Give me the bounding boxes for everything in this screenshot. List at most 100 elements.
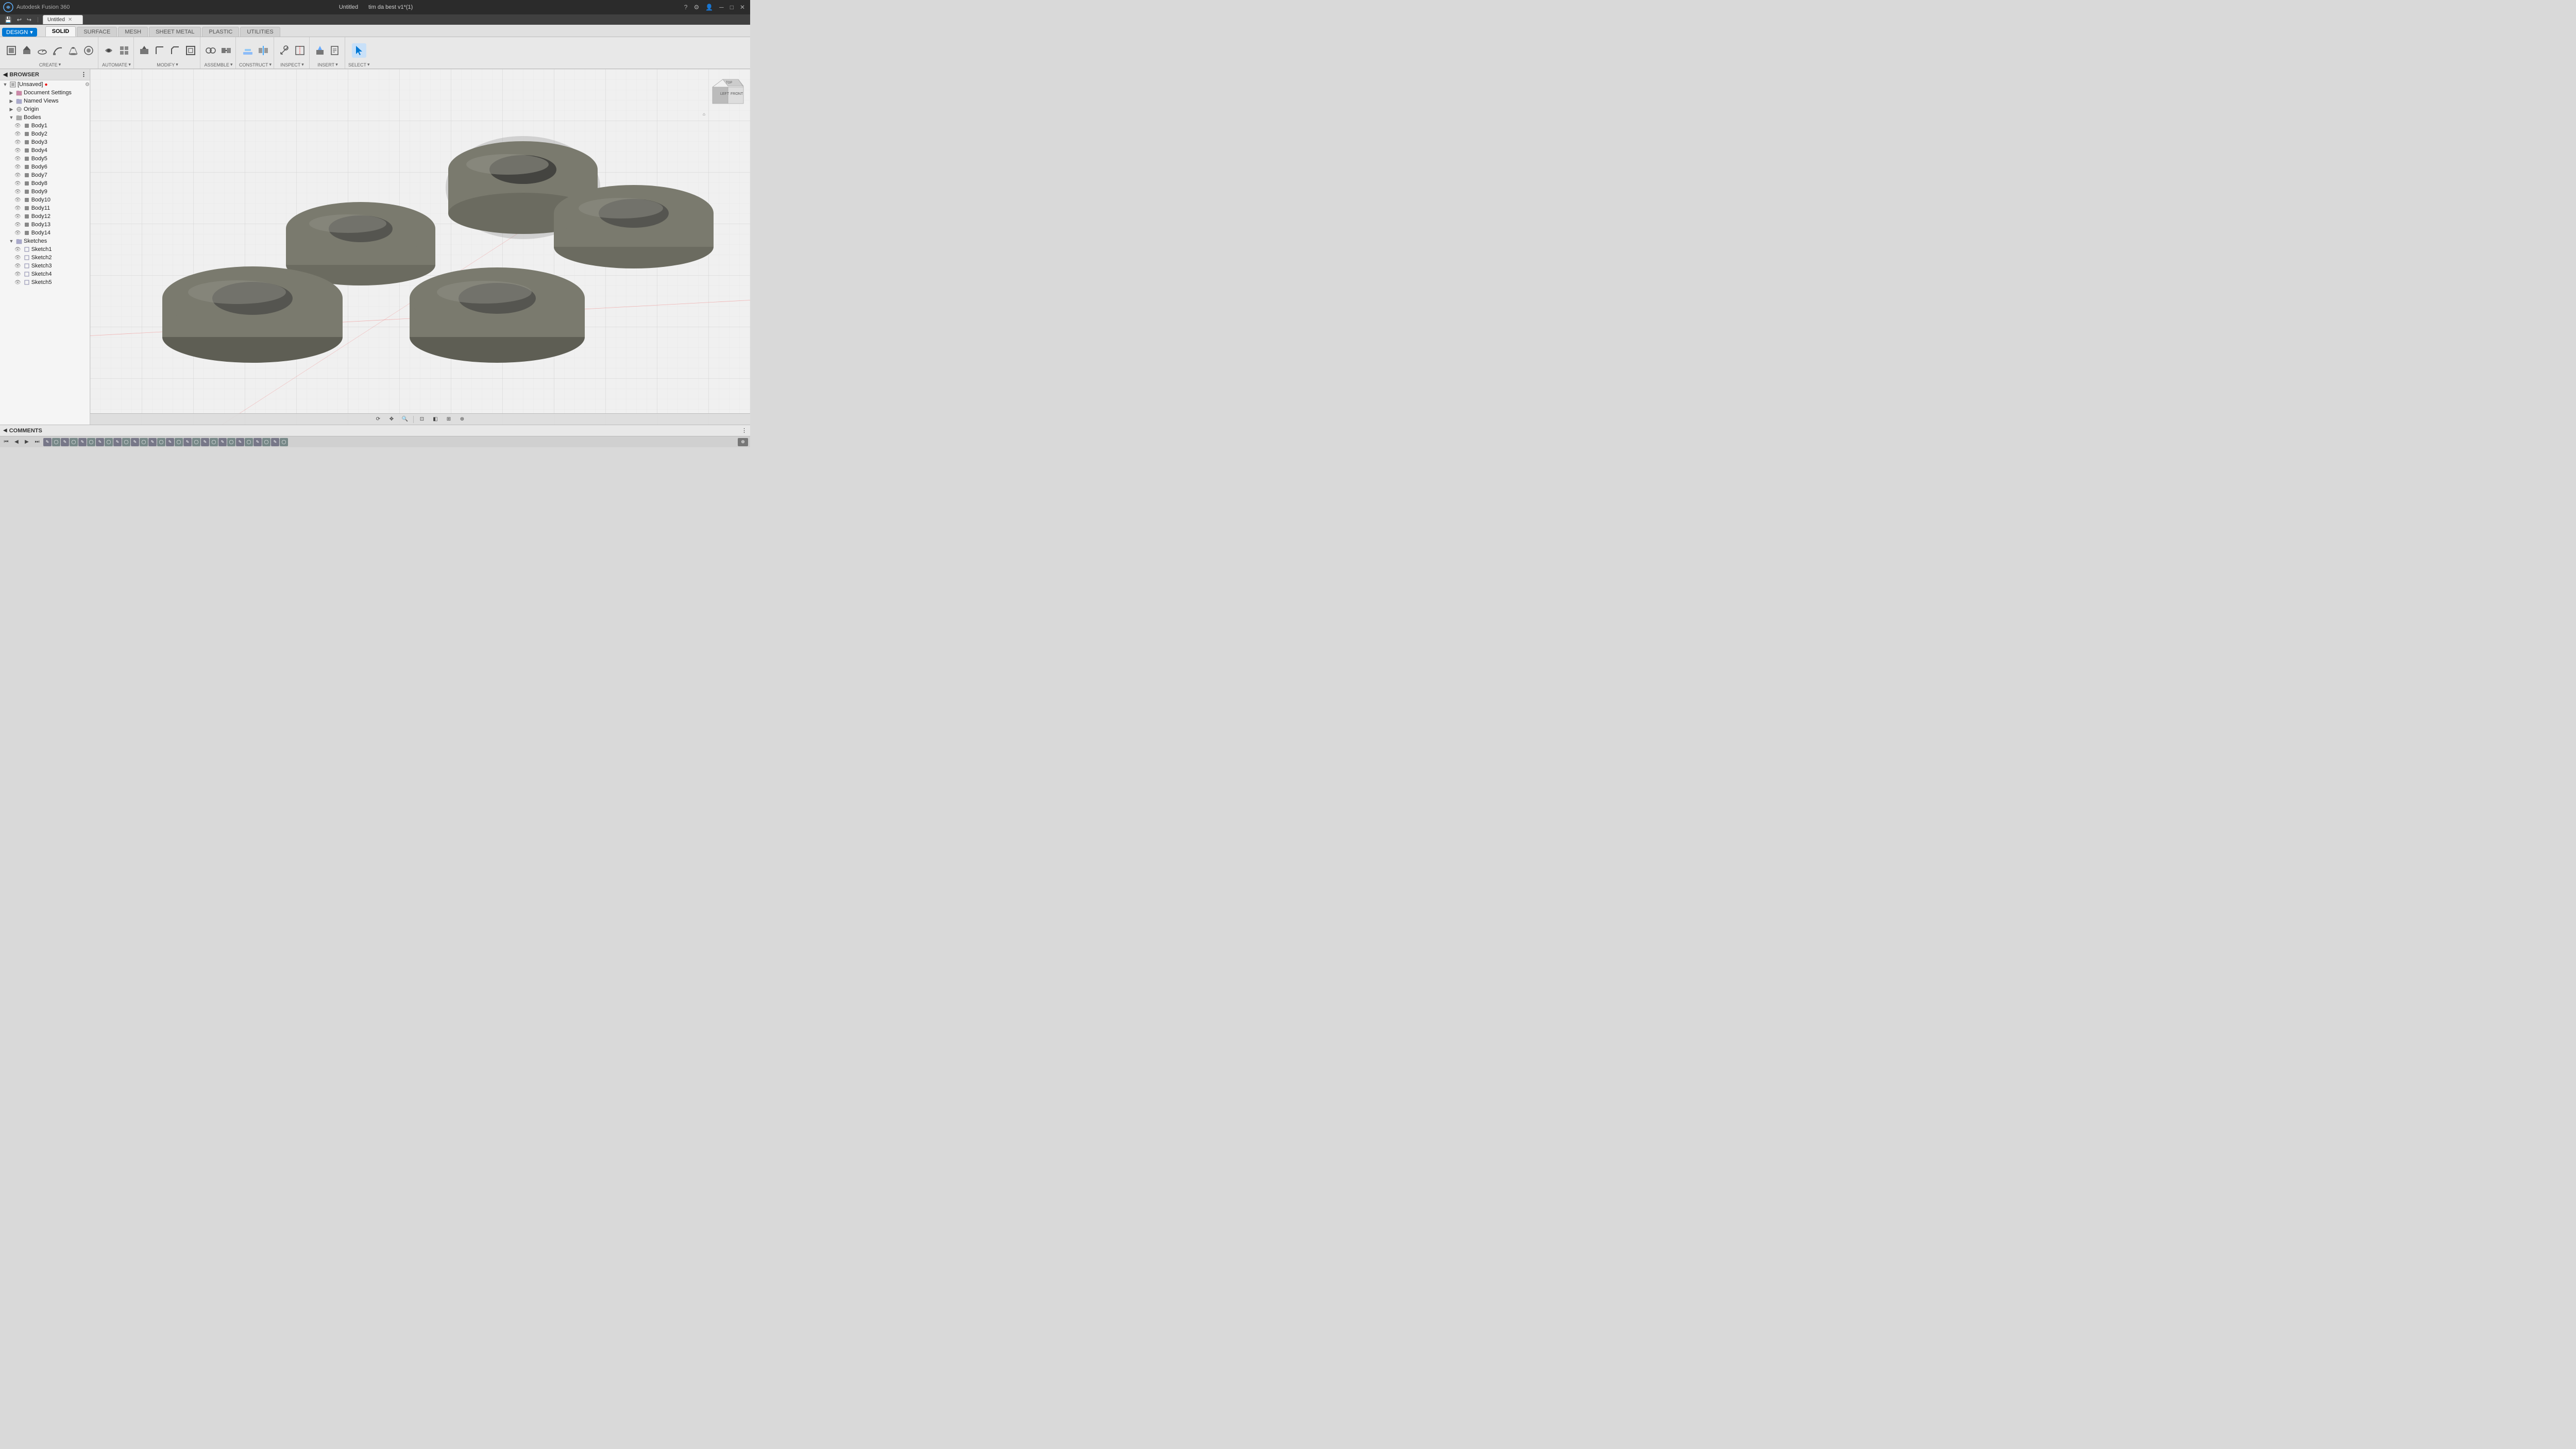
account-button[interactable]: 👤 — [703, 4, 715, 11]
inspect-label[interactable]: INSPECT ▾ — [280, 61, 304, 68]
timeline-item-4[interactable]: ✎ — [78, 438, 87, 446]
timeline-item-15[interactable]: ◯ — [175, 438, 183, 446]
select-icon[interactable] — [352, 43, 366, 58]
construct-label[interactable]: CONSTRUCT ▾ — [239, 61, 272, 68]
tree-body12[interactable]: 👁Body12 — [0, 212, 90, 221]
tree-sketch1[interactable]: 👁Sketch1 — [0, 245, 90, 254]
close-button[interactable]: ✕ — [738, 4, 747, 11]
tab-utilities[interactable]: UTILITIES — [240, 27, 280, 37]
tree-body5[interactable]: 👁Body5 — [0, 155, 90, 163]
timeline-prev-btn[interactable]: ◀ — [12, 438, 21, 446]
timeline-item-2[interactable]: ✎ — [61, 438, 69, 446]
timeline-item-21[interactable]: ◯ — [227, 438, 235, 446]
tree-body10[interactable]: 👁Body10 — [0, 196, 90, 204]
create-label[interactable]: CREATE ▾ — [39, 61, 61, 68]
timeline-item-25[interactable]: ◯ — [262, 438, 270, 446]
timeline-end-btn[interactable]: ⏭ — [33, 438, 41, 446]
maximize-button[interactable]: □ — [728, 4, 736, 11]
tree-bodies-folder[interactable]: ▼ Bodies — [0, 113, 90, 122]
tree-sketch3[interactable]: 👁Sketch3 — [0, 262, 90, 270]
eye-icon[interactable]: 👁 — [14, 197, 21, 203]
as-built-joint-icon[interactable] — [219, 43, 233, 58]
timeline-item-23[interactable]: ◯ — [245, 438, 253, 446]
create-form-icon[interactable] — [81, 43, 96, 58]
comments-options-icon[interactable]: ⋮ — [741, 427, 747, 434]
tree-sketch5[interactable]: 👁Sketch5 — [0, 278, 90, 287]
timeline-item-22[interactable]: ✎ — [236, 438, 244, 446]
timeline-track[interactable]: ✎ ◯ ✎ ◯ ✎ ◯ ✎ ◯ ✎ ◯ ✎ ◯ ✎ ◯ ✎ ◯ ✎ ◯ ✎ ◯ … — [43, 438, 736, 446]
snap-icon[interactable]: ⊕ — [457, 414, 467, 425]
timeline-start-btn[interactable]: ⏮ — [2, 438, 10, 446]
fit-view-icon[interactable]: ⊡ — [417, 414, 427, 425]
timeline-item-14[interactable]: ✎ — [166, 438, 174, 446]
eye-icon[interactable]: 👁 — [14, 148, 21, 154]
browser-options-icon[interactable]: ⋮ — [81, 71, 87, 78]
tree-sketches-folder[interactable]: ▼ Sketches — [0, 237, 90, 245]
section-analysis-icon[interactable] — [293, 43, 307, 58]
eye-icon[interactable]: 👁 — [14, 140, 21, 145]
timeline-item-6[interactable]: ✎ — [96, 438, 104, 446]
tab-solid[interactable]: SOLID — [45, 26, 76, 37]
timeline-item-7[interactable]: ◯ — [105, 438, 113, 446]
loft-icon[interactable] — [66, 43, 80, 58]
timeline-item-0[interactable]: ✎ — [43, 438, 52, 446]
root-settings-icon[interactable]: ⚙ — [85, 82, 90, 88]
tree-named-views[interactable]: ▶ Named Views — [0, 97, 90, 105]
timeline-item-8[interactable]: ✎ — [113, 438, 122, 446]
tree-body11[interactable]: 👁Body11 — [0, 204, 90, 212]
modify-label[interactable]: MODIFY ▾ — [157, 61, 178, 68]
sweep-icon[interactable] — [50, 43, 65, 58]
timeline-item-17[interactable]: ◯ — [192, 438, 200, 446]
timeline-play-btn[interactable]: ▶ — [23, 438, 31, 446]
extrude-icon[interactable] — [20, 43, 34, 58]
tree-root[interactable]: ▼ [Unsaved] ● ⚙ — [0, 80, 90, 89]
tree-body13[interactable]: 👁Body13 — [0, 221, 90, 229]
tree-sketch2[interactable]: 👁Sketch2 — [0, 254, 90, 262]
timeline-end-marker[interactable]: ⊕ — [738, 438, 748, 446]
timeline-item-12[interactable]: ✎ — [148, 438, 157, 446]
design-dropdown[interactable]: DESIGN ▾ — [2, 28, 40, 37]
eye-icon[interactable]: 👁 — [14, 181, 21, 187]
eye-icon[interactable]: 👁 — [14, 206, 21, 211]
timeline-item-1[interactable]: ◯ — [52, 438, 60, 446]
eye-icon[interactable]: 👁 — [14, 230, 21, 236]
viewcube[interactable]: LEFT FRONT TOP ⌂ — [701, 74, 745, 118]
display-icon[interactable]: ◧ — [430, 414, 440, 425]
tree-body1[interactable]: 👁Body1 — [0, 122, 90, 130]
revolve-icon[interactable] — [35, 43, 49, 58]
tree-body7[interactable]: 👁Body7 — [0, 171, 90, 179]
minimize-button[interactable]: ─ — [717, 4, 726, 11]
insert-label[interactable]: INSERT ▾ — [317, 61, 337, 68]
assemble-label[interactable]: ASSEMBLE ▾ — [204, 61, 232, 68]
timeline-item-9[interactable]: ◯ — [122, 438, 130, 446]
timeline-item-26[interactable]: ✎ — [271, 438, 279, 446]
eye-icon[interactable]: 👁 — [14, 280, 21, 285]
tree-sketch4[interactable]: 👁Sketch4 — [0, 270, 90, 278]
eye-icon[interactable]: 👁 — [14, 164, 21, 170]
tab-mesh[interactable]: MESH — [118, 27, 148, 37]
tree-origin[interactable]: ▶ Origin — [0, 105, 90, 113]
eye-icon[interactable]: 👁 — [14, 263, 21, 269]
timeline-item-13[interactable]: ◯ — [157, 438, 165, 446]
grid-icon[interactable]: ⊞ — [444, 414, 454, 425]
new-component-icon[interactable] — [4, 43, 19, 58]
tree-body3[interactable]: 👁Body3 — [0, 138, 90, 146]
eye-icon[interactable]: 👁 — [14, 156, 21, 162]
automate-icon1[interactable] — [101, 43, 116, 58]
insert-svg-icon[interactable] — [328, 43, 343, 58]
tree-body4[interactable]: 👁Body4 — [0, 146, 90, 155]
timeline-item-11[interactable]: ◯ — [140, 438, 148, 446]
tab-close-icon[interactable]: ✕ — [68, 17, 72, 23]
eye-icon[interactable]: 👁 — [14, 272, 21, 277]
timeline-item-19[interactable]: ◯ — [210, 438, 218, 446]
chamfer-icon[interactable] — [168, 43, 182, 58]
shell-icon[interactable] — [183, 43, 198, 58]
tree-body14[interactable]: 👁Body14 — [0, 229, 90, 237]
comments-collapse-icon[interactable]: ◀ — [3, 428, 7, 433]
eye-icon[interactable]: 👁 — [14, 255, 21, 261]
viewport[interactable]: LEFT FRONT TOP ⌂ ⟳ ✥ 🔍 ⊡ ◧ ⊞ ⊕ — [90, 69, 750, 425]
timeline-item-20[interactable]: ✎ — [218, 438, 227, 446]
eye-icon[interactable]: 👁 — [14, 131, 21, 137]
timeline-item-24[interactable]: ✎ — [253, 438, 262, 446]
timeline-item-18[interactable]: ✎ — [201, 438, 209, 446]
